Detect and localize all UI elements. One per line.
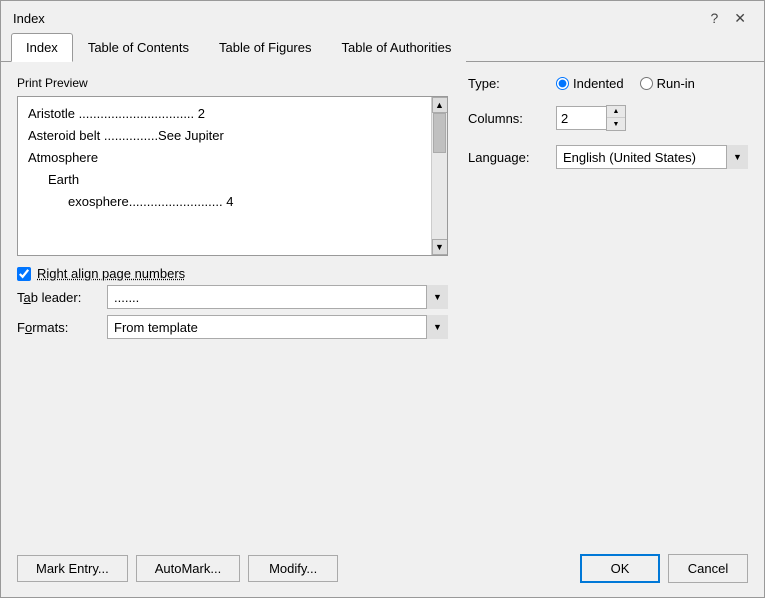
action-buttons: Mark Entry... AutoMark... Modify...	[17, 555, 580, 582]
scroll-thumb[interactable]	[433, 113, 446, 153]
scroll-track	[432, 113, 447, 239]
preview-entry-5: exosphere.......................... 4	[28, 191, 421, 213]
ok-cancel-buttons: OK Cancel	[580, 554, 748, 583]
formats-label: Formats:	[17, 320, 107, 335]
columns-increment-button[interactable]: ▲	[607, 106, 625, 118]
main-content: Print Preview Aristotle ................…	[17, 76, 748, 534]
right-panel: Type: Indented Run-in Columns:	[468, 76, 748, 534]
run-in-label: Run-in	[657, 76, 695, 91]
modify-button[interactable]: Modify...	[248, 555, 338, 582]
preview-label: Print Preview	[17, 76, 448, 90]
language-dropdown-container: English (United States) English (United …	[556, 145, 748, 169]
right-align-label[interactable]: Right align page numbers	[37, 266, 185, 281]
type-row: Type: Indented Run-in	[468, 76, 748, 91]
language-dropdown[interactable]: English (United States) English (United …	[556, 145, 748, 169]
run-in-radio-item[interactable]: Run-in	[640, 76, 695, 91]
close-button[interactable]: ✕	[728, 9, 752, 27]
type-label: Type:	[468, 76, 548, 91]
indented-label: Indented	[573, 76, 624, 91]
tab-table-of-authorities[interactable]: Table of Authorities	[327, 33, 467, 62]
columns-label: Columns:	[468, 111, 548, 126]
mark-entry-button[interactable]: Mark Entry...	[17, 555, 128, 582]
language-row: Language: English (United States) Englis…	[468, 145, 748, 169]
formats-dropdown-container: From template Classic Fancy Modern Bulle…	[107, 315, 448, 339]
help-button[interactable]: ?	[704, 9, 724, 27]
tab-table-of-contents[interactable]: Table of Contents	[73, 33, 204, 62]
scroll-down-arrow[interactable]: ▼	[432, 239, 448, 255]
tab-table-of-figures[interactable]: Table of Figures	[204, 33, 327, 62]
tab-leader-dropdown-container: ....... ------ ______ (none) ▼	[107, 285, 448, 309]
preview-entry-3: Atmosphere	[28, 147, 421, 169]
preview-entry-1: Aristotle ..............................…	[28, 103, 421, 125]
preview-scrollbar: ▲ ▼	[431, 97, 447, 255]
preview-content: Aristotle ..............................…	[18, 97, 431, 255]
columns-spinner: ▲ ▼	[556, 105, 626, 131]
cancel-button[interactable]: Cancel	[668, 554, 748, 583]
columns-decrement-button[interactable]: ▼	[607, 118, 625, 130]
tab-leader-label: Tab leader:	[17, 290, 107, 305]
type-radio-group: Indented Run-in	[556, 76, 695, 91]
columns-input[interactable]	[556, 106, 606, 130]
spinner-buttons: ▲ ▼	[606, 105, 626, 131]
formats-dropdown[interactable]: From template Classic Fancy Modern Bulle…	[107, 315, 448, 339]
title-bar-controls: ? ✕	[704, 9, 752, 27]
preview-entry-2: Asteroid belt ...............See Jupiter	[28, 125, 421, 147]
tab-bar: Index Table of Contents Table of Figures…	[1, 33, 764, 62]
right-align-checkbox[interactable]	[17, 267, 31, 281]
right-align-row: Right align page numbers	[17, 266, 448, 281]
indented-radio[interactable]	[556, 77, 569, 90]
ok-button[interactable]: OK	[580, 554, 660, 583]
tab-index[interactable]: Index	[11, 33, 73, 62]
run-in-radio[interactable]	[640, 77, 653, 90]
dialog-body: Print Preview Aristotle ................…	[1, 62, 764, 597]
left-panel: Print Preview Aristotle ................…	[17, 76, 448, 534]
columns-row: Columns: ▲ ▼	[468, 105, 748, 131]
auto-mark-button[interactable]: AutoMark...	[136, 555, 240, 582]
tab-leader-row: Tab leader: ....... ------ ______ (none)…	[17, 285, 448, 309]
formats-row: Formats: From template Classic Fancy Mod…	[17, 315, 448, 339]
preview-box: Aristotle ..............................…	[17, 96, 448, 256]
tab-leader-dropdown[interactable]: ....... ------ ______ (none)	[107, 285, 448, 309]
language-label: Language:	[468, 150, 548, 165]
index-dialog: Index ? ✕ Index Table of Contents Table …	[0, 0, 765, 598]
title-bar: Index ? ✕	[1, 1, 764, 31]
dialog-title: Index	[13, 11, 45, 26]
preview-entry-4: Earth	[28, 169, 421, 191]
scroll-up-arrow[interactable]: ▲	[432, 97, 448, 113]
indented-radio-item[interactable]: Indented	[556, 76, 624, 91]
